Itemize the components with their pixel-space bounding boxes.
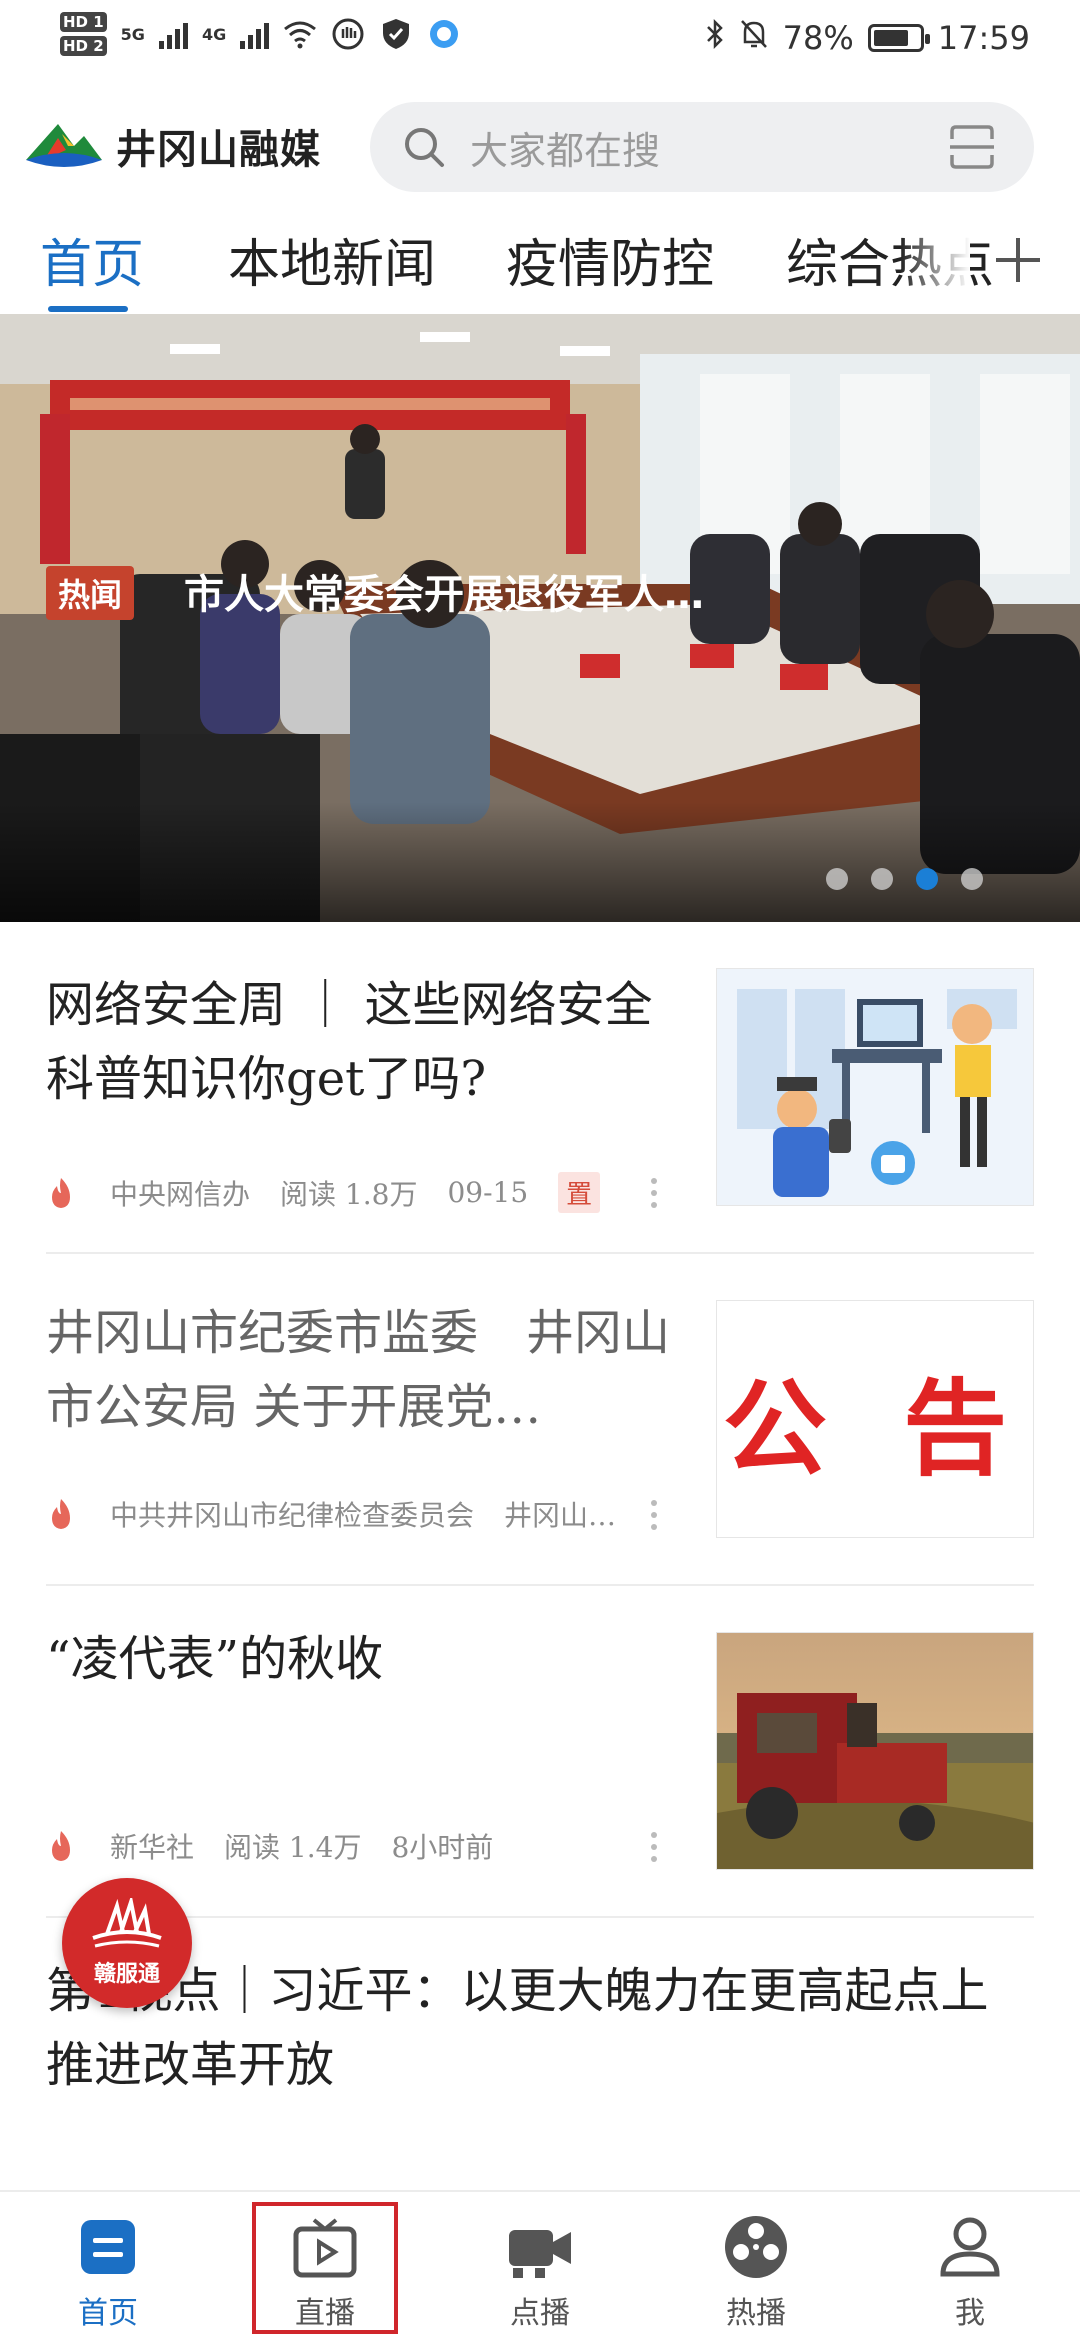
search-icon bbox=[405, 128, 444, 167]
flame-icon bbox=[52, 1499, 70, 1529]
search-bar[interactable]: 大家都在搜 bbox=[370, 102, 1034, 192]
nav-hot[interactable]: 热播 bbox=[686, 2212, 826, 2332]
nav-vod[interactable]: 点播 bbox=[470, 2212, 610, 2332]
article-source: 中共井冈山市纪律检查委员会 bbox=[110, 1499, 475, 1532]
article-title[interactable]: 井冈山市纪委市监委 井冈山市公安局 关于开展党… bbox=[46, 1296, 686, 1444]
hero-banner[interactable]: 热闻 市人大常委会开展退役军人… bbox=[0, 314, 1080, 922]
network-4g-label: 4G bbox=[201, 24, 227, 44]
nav-home-label: 首页 bbox=[78, 2296, 138, 2331]
carousel-dot-active[interactable] bbox=[916, 868, 938, 890]
browser-icon bbox=[427, 17, 461, 51]
hand-icon bbox=[331, 17, 365, 51]
home-icon bbox=[81, 2220, 135, 2274]
scan-icon[interactable] bbox=[948, 123, 996, 171]
tab-epidemic-control[interactable]: 疫情防控 bbox=[506, 222, 714, 297]
article-thumbnail[interactable] bbox=[716, 1632, 1034, 1870]
news-item[interactable]: “凌代表”的秋收 新华社 阅读 1.4万 8小时前 bbox=[0, 1586, 1080, 1916]
flame-icon bbox=[52, 1831, 70, 1861]
ganfutong-float-button[interactable]: 赣服通 bbox=[62, 1878, 192, 2008]
carousel-dot[interactable] bbox=[826, 868, 848, 890]
bluetooth-icon bbox=[705, 18, 725, 58]
news-item[interactable]: 井冈山市纪委市监委 井冈山市公安局 关于开展党… 中共井冈山市纪律检查委员会 井… bbox=[0, 1254, 1080, 1584]
article-reads: 阅读 1.8万 bbox=[280, 1177, 418, 1211]
article-thumbnail[interactable]: 公 告 bbox=[716, 1300, 1034, 1538]
app-name: 井冈山融媒 bbox=[116, 127, 321, 173]
nav-hot-label: 热播 bbox=[726, 2296, 786, 2331]
article-source: 新华社 bbox=[110, 1831, 195, 1864]
hd1-label: HD 1 bbox=[60, 12, 107, 32]
film-reel-icon bbox=[725, 2216, 787, 2278]
app-header: 井冈山融媒 大家都在搜 bbox=[0, 96, 1080, 196]
network-5g-label: 5G bbox=[120, 24, 145, 44]
more-options-icon[interactable] bbox=[648, 1830, 660, 1864]
ganfutong-logo-icon bbox=[92, 1898, 162, 1948]
nav-vod-label: 点播 bbox=[510, 2296, 570, 2331]
logo-mark-icon bbox=[26, 124, 102, 167]
article-time: 09-15 bbox=[447, 1176, 529, 1209]
video-camera-icon bbox=[509, 2230, 571, 2278]
banner-headline[interactable]: 市人大常委会开展退役军人… bbox=[184, 562, 704, 620]
user-icon bbox=[940, 2217, 1000, 2277]
harvest-photo bbox=[717, 1633, 1033, 1869]
bell-off-icon bbox=[739, 18, 769, 58]
hot-news-badge: 热闻 bbox=[46, 566, 135, 620]
ganfutong-label: 赣服通 bbox=[93, 1962, 160, 1987]
carousel-dot[interactable] bbox=[961, 868, 983, 890]
tab-home[interactable]: 首页 bbox=[40, 222, 144, 297]
signal-icon-2 bbox=[240, 19, 270, 49]
nav-me[interactable]: 我 bbox=[900, 2212, 1040, 2332]
article-meta: 中央网信办 阅读 1.8万 09-15 置 bbox=[46, 1172, 601, 1213]
carousel-dots bbox=[826, 868, 983, 890]
live-tab-highlight-box bbox=[252, 2202, 398, 2334]
battery-percent: 78% bbox=[782, 19, 854, 57]
banner-caption-gradient bbox=[0, 802, 1080, 922]
status-bar: HD 1 HD 2 5G 4G 78% 17:59 bbox=[0, 0, 1080, 80]
clock: 17:59 bbox=[937, 19, 1030, 57]
status-left: HD 1 HD 2 5G 4G bbox=[60, 12, 461, 56]
tab-fade-overlay bbox=[900, 210, 970, 310]
wifi-icon bbox=[283, 17, 317, 51]
flame-icon bbox=[52, 1177, 70, 1208]
active-tab-indicator bbox=[48, 306, 128, 312]
article-title[interactable]: “凌代表”的秋收 bbox=[46, 1622, 686, 1696]
shield-icon bbox=[379, 17, 413, 51]
article-meta: 中共井冈山市纪律检查委员会 井冈山… bbox=[46, 1494, 646, 1534]
bottom-navigation: 首页 直播 点播 热播 我 bbox=[0, 2190, 1080, 2340]
hd-indicator: HD 1 HD 2 bbox=[60, 12, 107, 56]
signal-icon bbox=[158, 19, 188, 49]
article-title[interactable]: 网络安全周 ｜ 这些网络安全科普知识你get了吗? bbox=[46, 968, 686, 1116]
search-placeholder: 大家都在搜 bbox=[470, 128, 661, 173]
more-options-icon[interactable] bbox=[648, 1498, 660, 1532]
article-title[interactable]: 第1视点｜习近平：以更大魄力在更高起点上推进改革开放 bbox=[46, 1954, 1026, 2102]
article-reads: 阅读 1.4万 bbox=[224, 1831, 362, 1864]
battery-fill bbox=[873, 30, 909, 46]
status-right: 78% 17:59 bbox=[705, 18, 1030, 58]
nav-home[interactable]: 首页 bbox=[38, 2212, 178, 2332]
hd2-label: HD 2 bbox=[60, 36, 107, 56]
article-extra: 井冈山… bbox=[504, 1499, 617, 1532]
nav-me-label: 我 bbox=[955, 2296, 985, 2331]
article-thumbnail[interactable] bbox=[716, 968, 1034, 1206]
article-time: 8小时前 bbox=[391, 1831, 494, 1864]
article-source: 中央网信办 bbox=[110, 1177, 251, 1211]
app-logo[interactable]: 井冈山融媒 bbox=[22, 116, 321, 176]
announcement-thumb-text: 公 告 bbox=[722, 1366, 1028, 1490]
news-item[interactable]: 网络安全周 ｜ 这些网络安全科普知识你get了吗? 中央网信办 阅读 1.8万 … bbox=[0, 922, 1080, 1252]
more-options-icon[interactable] bbox=[648, 1176, 660, 1210]
add-channel-icon[interactable] bbox=[988, 230, 1048, 290]
carousel-dot[interactable] bbox=[871, 868, 893, 890]
pinned-badge: 置 bbox=[558, 1172, 601, 1213]
channel-tabs: 首页 本地新闻 疫情防控 综合热点 bbox=[0, 210, 1080, 314]
battery-icon bbox=[867, 24, 930, 52]
cyber-security-illustration bbox=[717, 969, 1033, 1205]
tab-local-news[interactable]: 本地新闻 bbox=[228, 222, 436, 297]
article-meta: 新华社 阅读 1.4万 8小时前 bbox=[46, 1826, 523, 1866]
